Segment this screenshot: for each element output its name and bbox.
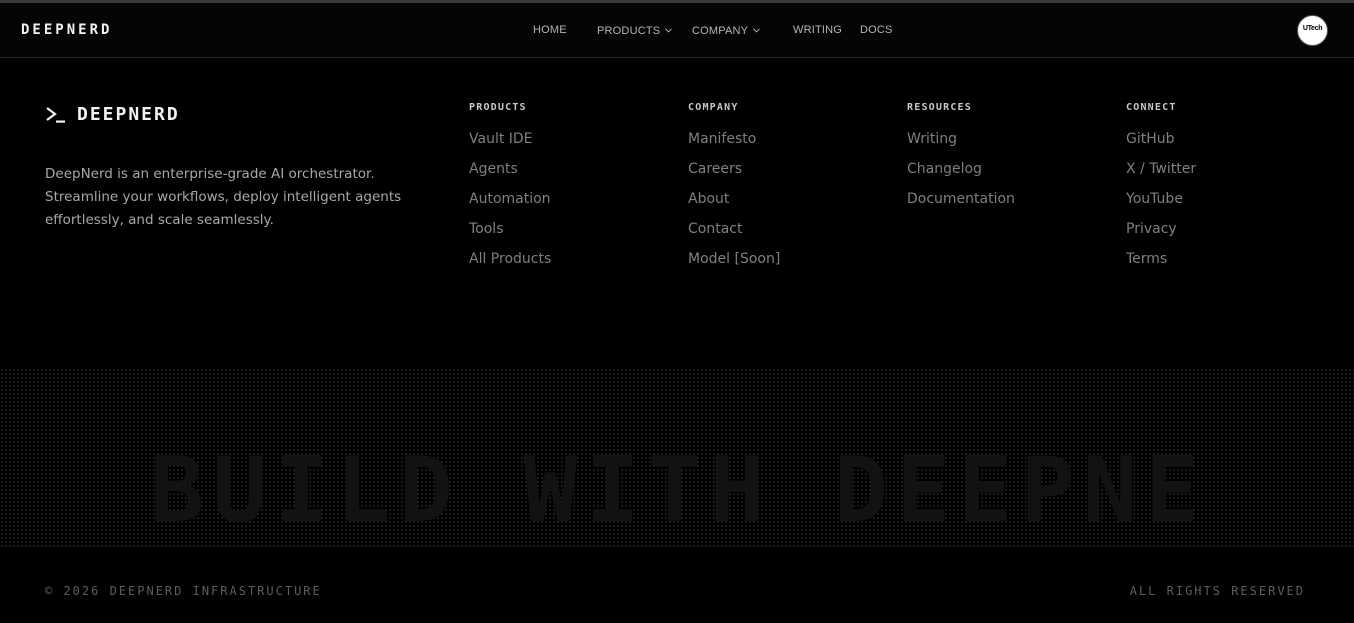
terminal-prompt-icon xyxy=(46,107,65,123)
footer-link[interactable]: Contact xyxy=(688,221,888,251)
footer-link[interactable]: YouTube xyxy=(1126,191,1326,221)
column-title: PRODUCTS xyxy=(469,102,527,113)
footer-link[interactable]: GitHub xyxy=(1126,131,1326,161)
footer-description: DeepNerd is an enterprise-grade AI orche… xyxy=(45,165,402,228)
nav-writing[interactable]: WRITING xyxy=(793,24,842,36)
column-title: COMPANY xyxy=(688,102,739,113)
footer-link[interactable]: Agents xyxy=(469,161,669,191)
nav-docs-label: DOCS xyxy=(860,24,893,36)
footer-link[interactable]: Privacy xyxy=(1126,221,1326,251)
footer-link[interactable]: All Products xyxy=(469,251,669,281)
nav-company[interactable]: COMPANY xyxy=(692,24,761,37)
footer-link[interactable]: Vault IDE xyxy=(469,131,669,161)
nav-docs[interactable]: DOCS xyxy=(860,24,893,36)
footer-logo-text: DEEPNERD xyxy=(77,104,180,125)
footer-link[interactable]: Terms xyxy=(1126,251,1326,281)
footer-link[interactable]: Writing xyxy=(907,131,1107,161)
avatar[interactable]: UTech xyxy=(1297,15,1328,46)
footer-link[interactable]: Automation xyxy=(469,191,669,221)
nav-writing-label: WRITING xyxy=(793,24,843,36)
footer-column-resources: RESOURCES Writing Changelog Documentatio… xyxy=(907,102,1107,221)
footer-link[interactable]: Manifesto xyxy=(688,131,888,161)
main-nav: HOME PRODUCTS COMPANY WRITING DOCS xyxy=(0,24,1354,40)
avatar-text: UTech xyxy=(1302,25,1323,32)
rights-text: ALL RIGHTS RESERVED xyxy=(1129,584,1305,598)
nav-home-label: HOME xyxy=(533,24,567,36)
footer-column-products: PRODUCTS Vault IDE Agents Automation Too… xyxy=(469,102,669,281)
column-title: CONNECT xyxy=(1126,102,1177,113)
footer-column-company: COMPANY Manifesto Careers About Contact … xyxy=(688,102,888,281)
nav-company-label: COMPANY xyxy=(692,25,749,37)
footer-link[interactable]: Tools xyxy=(469,221,669,251)
big-background-word: BUILD WITH DEEPNERD xyxy=(150,446,1210,536)
footer-link[interactable]: About xyxy=(688,191,888,221)
footer-link[interactable]: X / Twitter xyxy=(1126,161,1326,191)
copyright-text: © 2026 DEEPNERD INFRASTRUCTURE xyxy=(45,584,322,598)
column-title: RESOURCES xyxy=(907,102,972,113)
navbar: DEEPNERD HOME PRODUCTS COMPANY WRITING D… xyxy=(0,3,1354,58)
footer-link[interactable]: Careers xyxy=(688,161,888,191)
chevron-down-icon xyxy=(665,24,673,36)
footer-link[interactable]: Changelog xyxy=(907,161,1107,191)
footer-link[interactable]: Documentation xyxy=(907,191,1107,221)
chevron-down-icon xyxy=(753,24,761,36)
nav-products-label: PRODUCTS xyxy=(597,25,661,37)
nav-home[interactable]: HOME xyxy=(533,24,567,36)
nav-products[interactable]: PRODUCTS xyxy=(597,24,673,37)
footer-column-connect: CONNECT GitHub X / Twitter YouTube Priva… xyxy=(1126,102,1326,281)
footer-link[interactable]: Model [Soon] xyxy=(688,251,888,281)
